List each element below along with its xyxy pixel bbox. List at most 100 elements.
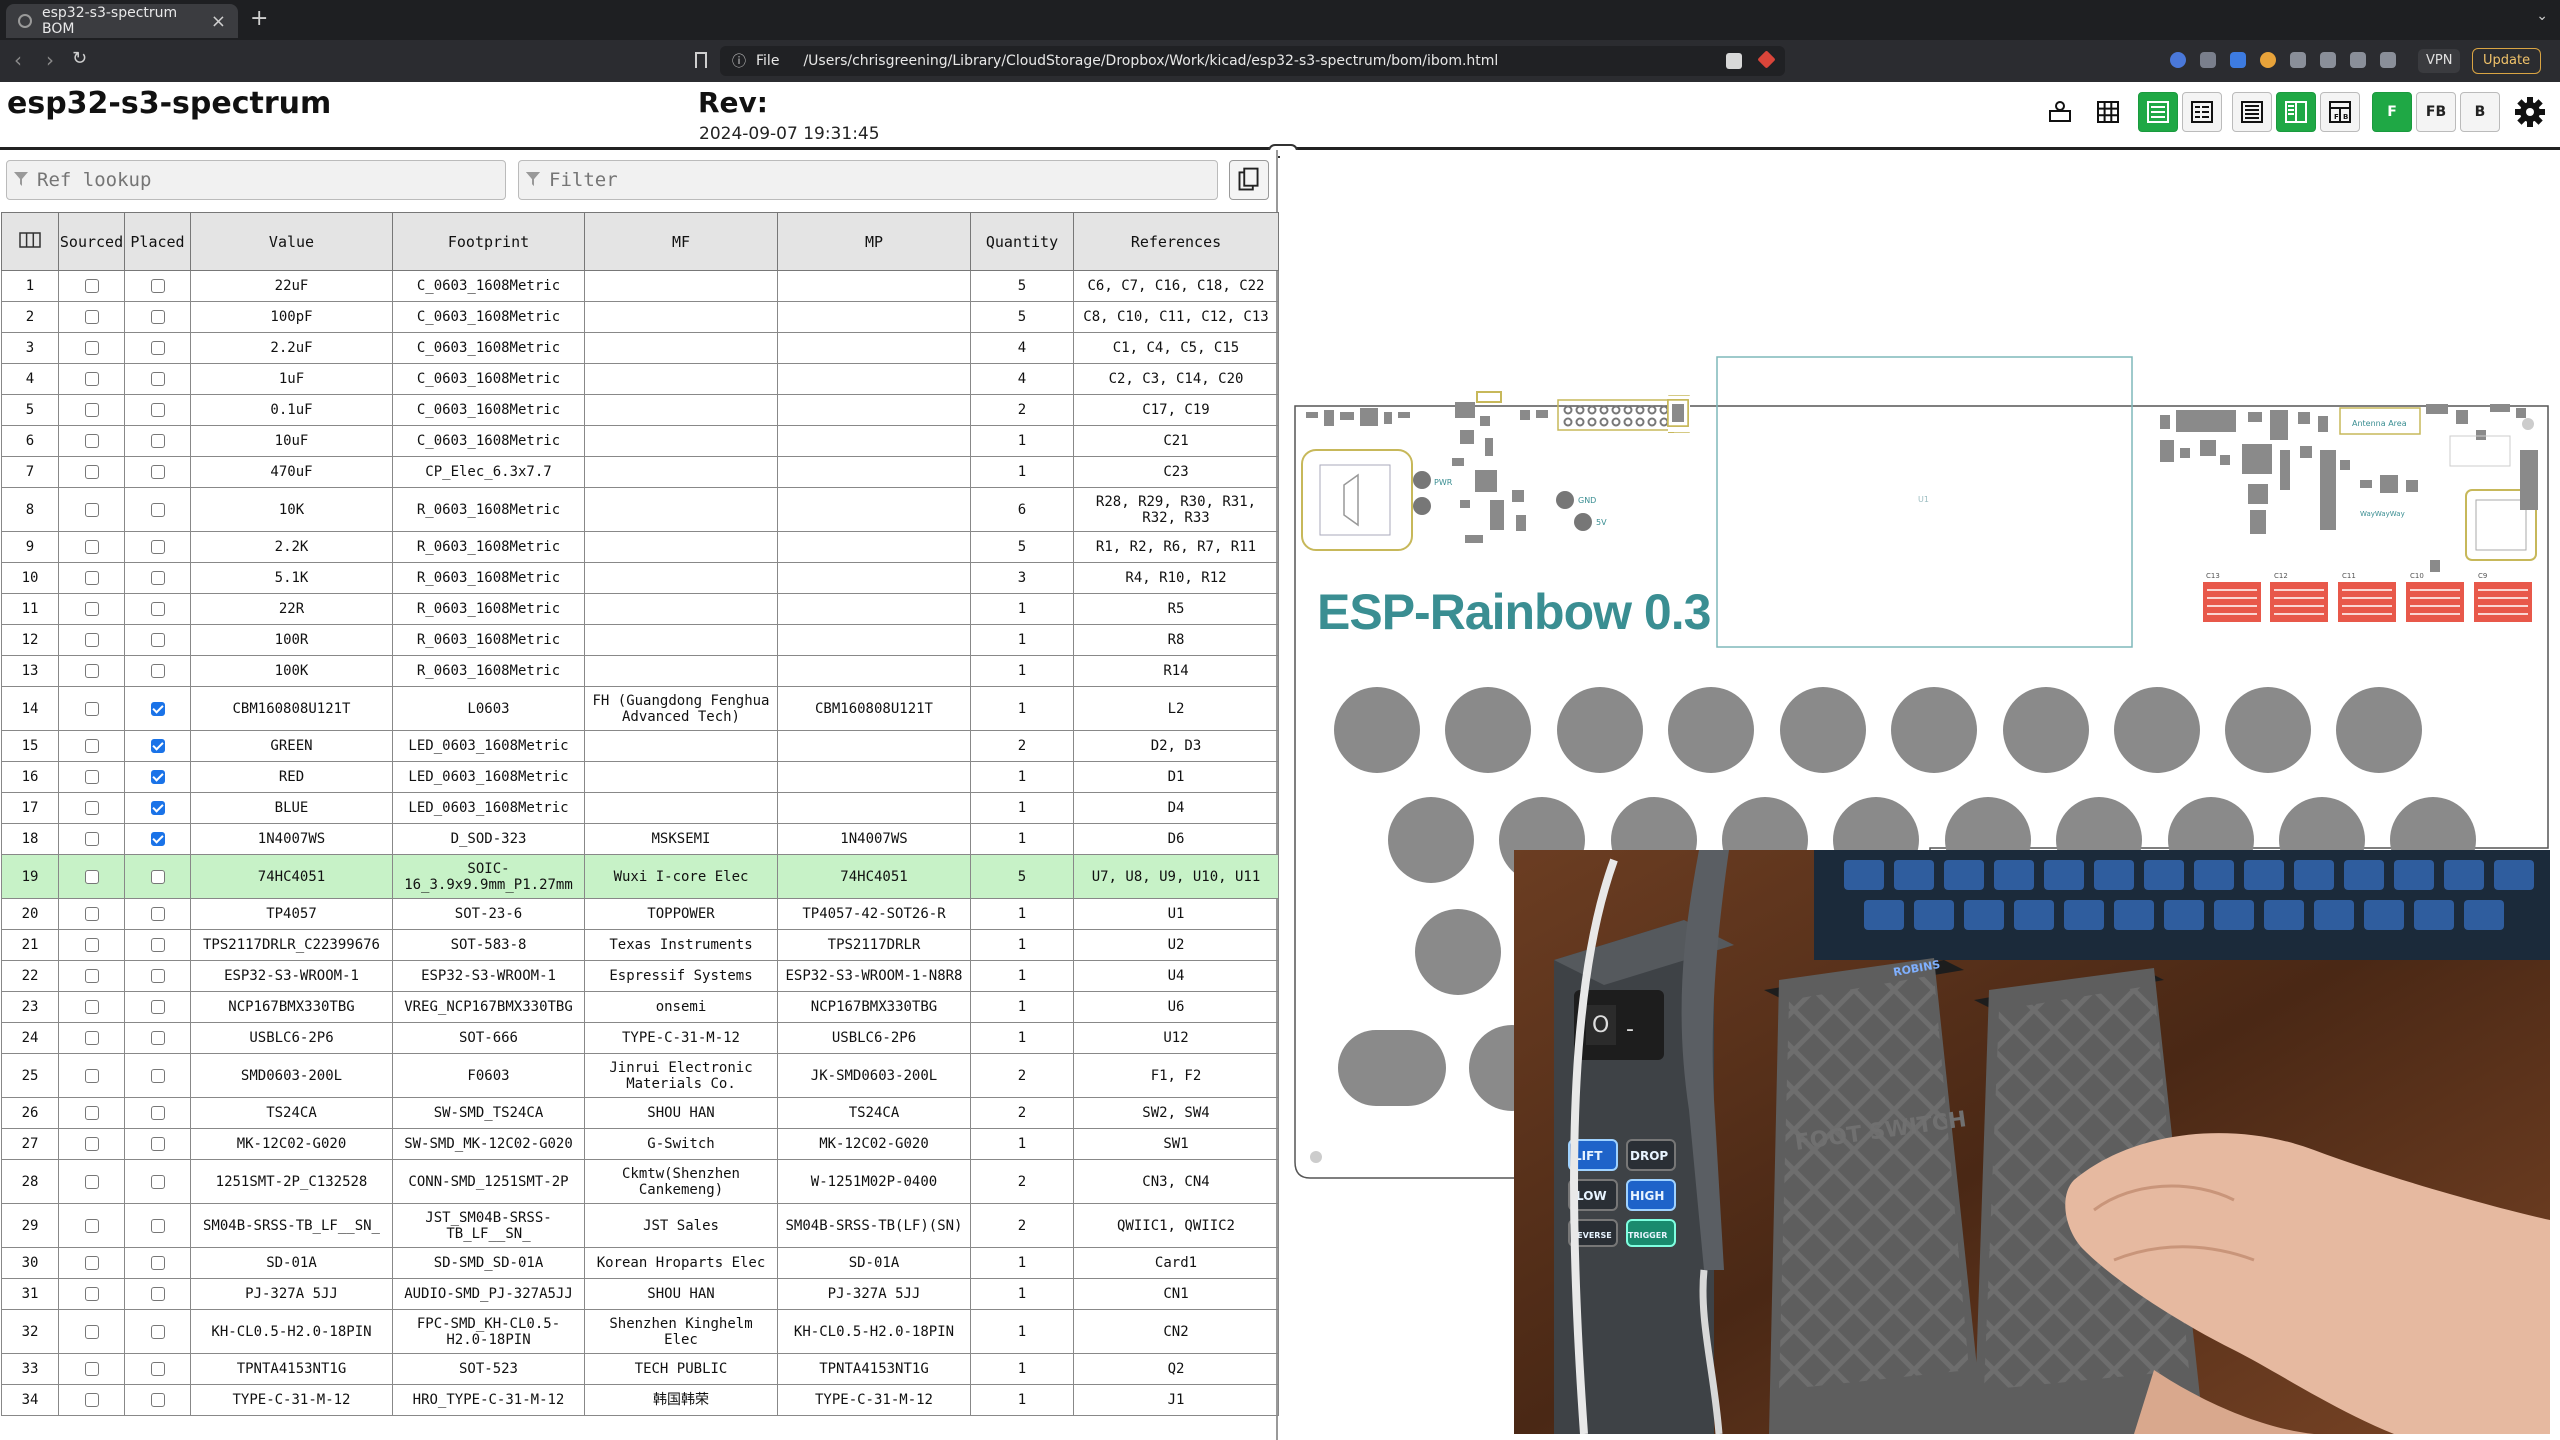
- sourced-checkbox[interactable]: [84, 1218, 99, 1233]
- placed-checkbox[interactable]: [150, 540, 165, 554]
- extension-icon[interactable]: [2350, 52, 2366, 68]
- layer-front-button[interactable]: F: [2372, 92, 2412, 132]
- column-header[interactable]: Sourced: [58, 212, 125, 271]
- placed-checkbox[interactable]: [150, 602, 165, 616]
- table-row[interactable]: 10 5.1K R_0603_1608Metric 3 R4, R10, R12: [1, 562, 1279, 594]
- table-row[interactable]: 15 GREEN LED_0603_1608Metric 2 D2, D3: [1, 730, 1279, 762]
- table-row[interactable]: 14 CBM160808U121T L0603 FH (Guangdong Fengh…: [1, 686, 1279, 731]
- column-header[interactable]: Value: [190, 212, 393, 271]
- table-row[interactable]: 5 0.1uF C_0603_1608Metric 2 C17, C19: [1, 394, 1279, 426]
- placed-checkbox[interactable]: [150, 869, 165, 884]
- table-row[interactable]: 18 1N4007WS D_SOD-323 MSKSEMI 1N4007WS 1 D6: [1, 823, 1279, 855]
- grid-view-button[interactable]: [2088, 92, 2128, 132]
- placed-checkbox[interactable]: [150, 633, 165, 647]
- placed-checkbox[interactable]: [150, 701, 165, 716]
- extension-icon[interactable]: [2380, 52, 2396, 68]
- column-header[interactable]: MF: [584, 212, 778, 271]
- sourced-checkbox[interactable]: [84, 434, 99, 448]
- sourced-checkbox[interactable]: [84, 1137, 99, 1151]
- placed-checkbox[interactable]: [150, 907, 165, 921]
- table-row[interactable]: 21 TPS2117DRLR_C22399676 SOT-583-8 Texas In…: [1, 929, 1279, 961]
- column-header[interactable]: References: [1073, 212, 1279, 271]
- bom-only-button[interactable]: [2138, 92, 2178, 132]
- sourced-checkbox[interactable]: [84, 938, 99, 952]
- sourced-checkbox[interactable]: [84, 869, 99, 884]
- warning-icon[interactable]: [1757, 50, 1776, 69]
- update-button[interactable]: Update: [2472, 48, 2542, 74]
- sourced-checkbox[interactable]: [84, 1324, 99, 1339]
- table-row[interactable]: 3 2.2uF C_0603_1608Metric 4 C1, C4, C5, C15: [1, 332, 1279, 364]
- placed-checkbox[interactable]: [150, 310, 165, 324]
- info-icon[interactable]: ⓘ: [732, 51, 746, 71]
- placed-checkbox[interactable]: [150, 801, 165, 815]
- sourced-checkbox[interactable]: [84, 571, 99, 585]
- placed-checkbox[interactable]: [150, 664, 165, 678]
- sourced-checkbox[interactable]: [84, 1031, 99, 1045]
- table-row[interactable]: 8 10K R_0603_1608Metric 6 R28, R29, R30, R31…: [1, 487, 1279, 532]
- table-row[interactable]: 22 ESP32-S3-WROOM-1 ESP32-S3-WROOM-1 Espres…: [1, 960, 1279, 992]
- extension-icon[interactable]: [2230, 52, 2246, 68]
- table-row[interactable]: 11 22R R_0603_1608Metric 1 R5: [1, 593, 1279, 625]
- table-row[interactable]: 16 RED LED_0603_1608Metric 1 D1: [1, 761, 1279, 793]
- placed-checkbox[interactable]: [150, 465, 165, 479]
- table-row[interactable]: 28 1251SMT-2P_C132528 CONN-SMD_1251SMT-2P C…: [1, 1159, 1279, 1204]
- placed-checkbox[interactable]: [150, 403, 165, 417]
- placed-checkbox[interactable]: [150, 1000, 165, 1014]
- extension-icon[interactable]: [2290, 52, 2306, 68]
- sourced-checkbox[interactable]: [84, 310, 99, 324]
- reload-button[interactable]: ↻: [72, 48, 87, 69]
- placed-checkbox[interactable]: [150, 1106, 165, 1120]
- sourced-checkbox[interactable]: [84, 465, 99, 479]
- placed-checkbox[interactable]: [150, 1068, 165, 1083]
- extension-icon[interactable]: [2170, 52, 2186, 68]
- vpn-button[interactable]: VPN: [2418, 49, 2461, 73]
- sourced-checkbox[interactable]: [84, 1000, 99, 1014]
- sourced-checkbox[interactable]: [84, 801, 99, 815]
- sourced-checkbox[interactable]: [84, 739, 99, 753]
- sourced-checkbox[interactable]: [84, 969, 99, 983]
- placed-checkbox[interactable]: [150, 502, 165, 517]
- new-tab-button[interactable]: +: [250, 6, 268, 31]
- table-row[interactable]: 12 100R R_0603_1608Metric 1 R8: [1, 624, 1279, 656]
- table-row[interactable]: 20 TP4057 SOT-23-6 TOPPOWER TP4057-42-SOT26-…: [1, 898, 1279, 930]
- column-header[interactable]: MP: [777, 212, 971, 271]
- sourced-checkbox[interactable]: [84, 701, 99, 716]
- table-row[interactable]: 9 2.2K R_0603_1608Metric 5 R1, R2, R6, R7, R…: [1, 531, 1279, 563]
- placed-checkbox[interactable]: [150, 969, 165, 983]
- layer-back-button[interactable]: B: [2460, 92, 2500, 132]
- tab-dropdown-icon[interactable]: ⌄: [2536, 8, 2548, 24]
- column-header[interactable]: Quantity: [970, 212, 1074, 271]
- placed-checkbox[interactable]: [150, 832, 165, 846]
- copy-button[interactable]: [1229, 160, 1269, 200]
- sourced-checkbox[interactable]: [84, 1256, 99, 1270]
- back-button[interactable]: ‹: [14, 48, 22, 72]
- table-row[interactable]: 13 100K R_0603_1608Metric 1 R14: [1, 655, 1279, 687]
- placed-checkbox[interactable]: [150, 434, 165, 448]
- filter-input[interactable]: [518, 160, 1218, 200]
- sourced-checkbox[interactable]: [84, 1106, 99, 1120]
- url-text[interactable]: /Users/chrisgreening/Library/CloudStorag…: [803, 53, 1498, 69]
- sourced-checkbox[interactable]: [84, 279, 99, 293]
- table-row[interactable]: 1 22uF C_0603_1608Metric 5 C6, C7, C16, C18,…: [1, 270, 1279, 302]
- table-row[interactable]: 4 1uF C_0603_1608Metric 4 C2, C3, C14, C20: [1, 363, 1279, 395]
- column-header[interactable]: Footprint: [392, 212, 585, 271]
- placed-checkbox[interactable]: [150, 1137, 165, 1151]
- table-row[interactable]: 6 10uF C_0603_1608Metric 1 C21: [1, 425, 1279, 457]
- table-row[interactable]: 29 SM04B-SRSS-TB_LF__SN_ JST_SM04B-SRSS-TB…: [1, 1203, 1279, 1248]
- extension-icon[interactable]: [2200, 52, 2216, 68]
- placed-checkbox[interactable]: [150, 1362, 165, 1376]
- sourced-checkbox[interactable]: [84, 770, 99, 784]
- sourced-checkbox[interactable]: [84, 372, 99, 386]
- sourced-checkbox[interactable]: [84, 1068, 99, 1083]
- table-row[interactable]: 32 KH-CL0.5-H2.0-18PIN FPC-SMD_KH-CL0.5-H2…: [1, 1309, 1279, 1354]
- extension-icon[interactable]: [2320, 52, 2336, 68]
- column-header[interactable]: Placed: [124, 212, 191, 271]
- table-row[interactable]: 34 TYPE-C-31-M-12 HRO_TYPE-C-31-M-12 韩国韩荣 TY…: [1, 1384, 1279, 1416]
- extension-icon[interactable]: [2260, 52, 2276, 68]
- placed-checkbox[interactable]: [150, 571, 165, 585]
- placed-checkbox[interactable]: [150, 1174, 165, 1189]
- placed-checkbox[interactable]: [150, 1256, 165, 1270]
- bom-grouped-button[interactable]: [2182, 92, 2222, 132]
- layout-left-right-button[interactable]: [2276, 92, 2316, 132]
- table-row[interactable]: 24 USBLC6-2P6 SOT-666 TYPE-C-31-M-12 USBLC6-…: [1, 1022, 1279, 1054]
